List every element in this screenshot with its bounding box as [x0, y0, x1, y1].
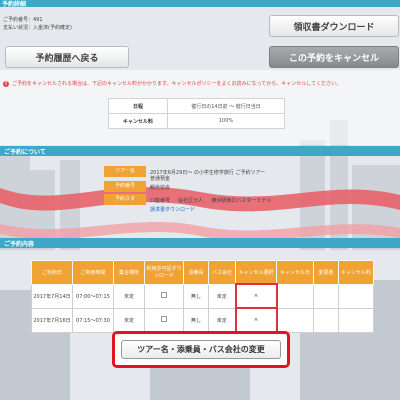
section-header-about: ご予約について	[0, 146, 400, 156]
info-value: 観光協会	[150, 185, 171, 191]
info-row: 予約番号 観光協会	[104, 181, 390, 192]
cell-date: 2017年7月14日	[31, 283, 73, 309]
policy-value: 催行日の14日前 〜 催行日当日	[167, 98, 285, 114]
cancel-policy-table: 日程 催行日の14日前 〜 催行日当日 キャンセル料 100%	[108, 98, 285, 129]
cell-cancel-fee	[338, 283, 374, 309]
column-header: 変更者	[313, 260, 339, 285]
receipt-download-button[interactable]: 領収書ダウンロード	[269, 15, 399, 37]
info-value: 口座番号 会社区分人 横浜駅西口バスターミナル	[150, 198, 272, 204]
cell-date: 2017年7月16日	[31, 307, 73, 333]
column-header: ご利用時間	[72, 260, 114, 285]
cell-changer	[313, 307, 339, 333]
table-row: 日程 催行日の14日前 〜 催行日当日	[108, 98, 285, 114]
info-label: 予約スタ	[104, 194, 146, 205]
info-row: ツアー名 2017年6月29日〜 の小学生修学旅行 ご予約ツアー 普通預金	[104, 166, 390, 182]
booking-info: ツアー名 2017年6月29日〜 の小学生修学旅行 ご予約ツアー 普通預金 予約…	[104, 166, 390, 216]
column-header: 集合場所	[113, 260, 145, 285]
column-header: キャンセル日	[276, 260, 314, 285]
cell-guide[interactable]: 無し	[183, 307, 209, 333]
table-header-row: ご利用日 ご利用時間 集合場所 利用許可証ダウンロード 添乗員 バス会社 キャン…	[31, 260, 374, 285]
back-to-history-button[interactable]: 予約履歴へ戻る	[5, 46, 129, 68]
cell-cancel-date	[276, 307, 314, 333]
change-tour-button[interactable]: ツアー名・添乗員・バス会社の変更	[121, 340, 281, 359]
column-header: ご利用日	[31, 260, 73, 285]
policy-label: 日程	[108, 98, 168, 114]
column-header: 添乗員	[183, 260, 209, 285]
section-title: ご予約について	[4, 149, 46, 156]
info-row: 予約スタ 口座番号 会社区分人 横浜駅西口バスターミナル	[104, 194, 390, 205]
permit-checkbox[interactable]	[161, 292, 167, 298]
cell-permit	[144, 307, 184, 333]
cell-cancel-select[interactable]: ×	[234, 283, 278, 309]
cell-time: 07:15〜07:30	[72, 307, 114, 333]
change-tour-highlight: ツアー名・添乗員・バス会社の変更	[112, 331, 290, 368]
cancel-warning-text: ご予約をキャンセルされる場合は、下記のキャンセル料がかかります。キャンセルポリシ…	[12, 81, 341, 87]
page-title: 予約詳細	[2, 1, 27, 8]
cell-time: 07:00〜07:15	[72, 283, 114, 309]
policy-value: 100%	[167, 113, 285, 129]
payment-status: 支払い状況：入金済(予約確定)	[3, 25, 72, 31]
booking-number: ご予約番号：491	[3, 17, 43, 23]
cell-cancel-fee	[338, 307, 374, 333]
column-header: バス会社	[208, 260, 236, 285]
info-label: 予約番号	[104, 181, 146, 192]
cell-cancel-select[interactable]: ×	[234, 307, 278, 333]
alert-icon: !	[3, 80, 9, 87]
table-row: 2017年7月16日 07:15〜07:30 未定 無し 未定 ×	[31, 307, 374, 333]
section-title: ご予約内容	[4, 241, 35, 248]
cell-cancel-date	[276, 283, 314, 309]
column-header: キャンセル料	[338, 260, 374, 285]
cell-guide[interactable]: 無し	[183, 283, 209, 309]
cell-bus[interactable]: 未定	[208, 283, 236, 309]
column-header: キャンセル選択	[235, 260, 277, 285]
table-row: キャンセル料 100%	[108, 113, 285, 129]
page-header: 予約詳細	[0, 0, 400, 8]
cancel-warning: ! ご予約をキャンセルされる場合は、下記のキャンセル料がかかります。キャンセルポリ…	[3, 80, 398, 87]
booking-table: ご利用日 ご利用時間 集合場所 利用許可証ダウンロード 添乗員 バス会社 キャン…	[31, 260, 374, 333]
cell-changer	[313, 283, 339, 309]
cell-place: 未定	[113, 307, 145, 333]
section-header-content: ご予約内容	[0, 238, 400, 248]
info-label: ツアー名	[104, 166, 146, 177]
cancel-booking-button[interactable]: この予約をキャンセル	[269, 46, 399, 68]
table-row: 2017年7月14日 07:00〜07:15 未定 無し 未定 ×	[31, 283, 374, 309]
permit-checkbox[interactable]	[161, 316, 167, 322]
cell-bus[interactable]: 未定	[208, 307, 236, 333]
invoice-download-link[interactable]: 請求書ダウンロード	[150, 206, 195, 213]
cell-permit	[144, 283, 184, 309]
policy-label: キャンセル料	[108, 113, 168, 129]
column-header: 利用許可証ダウンロード	[144, 260, 184, 285]
cell-place: 未定	[113, 283, 145, 309]
